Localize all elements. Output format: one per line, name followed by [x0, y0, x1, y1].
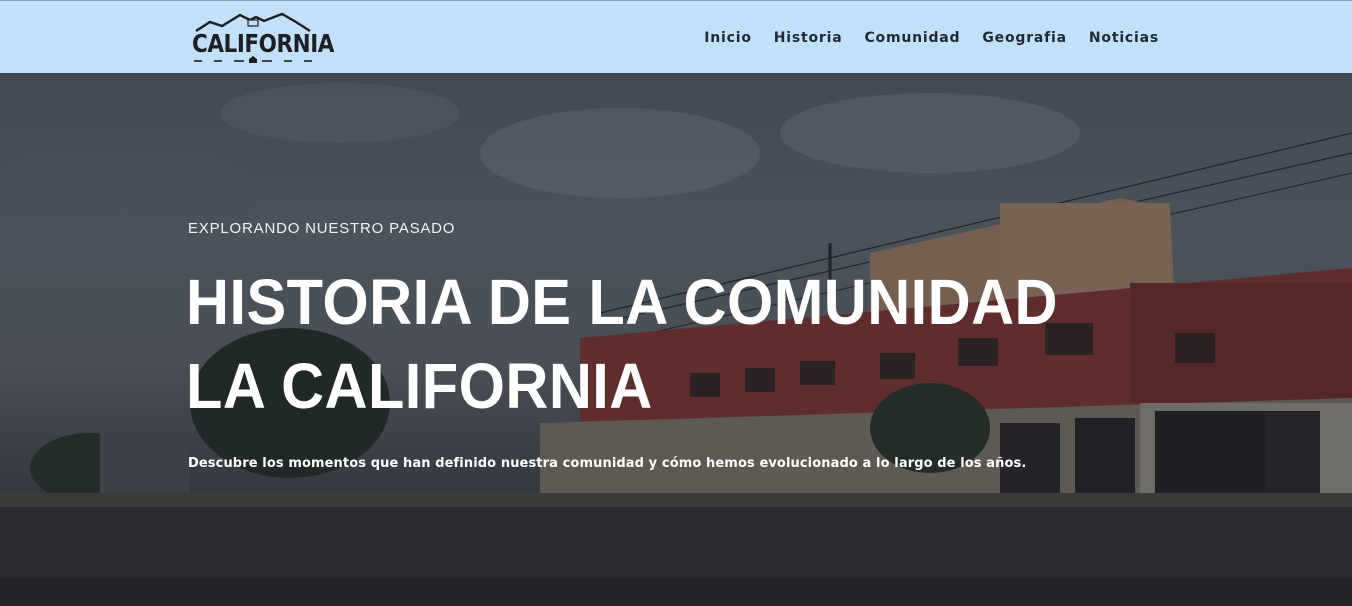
- hero-title-line-2: LA CALIFORNIA: [186, 350, 653, 422]
- california-logo[interactable]: CALIFORNIA: [192, 12, 334, 64]
- hero-eyebrow: EXPLORANDO NUESTRO PASADO: [188, 220, 456, 237]
- nav-noticias[interactable]: Noticias: [1089, 29, 1159, 47]
- nav-comunidad[interactable]: Comunidad: [864, 29, 960, 47]
- logo-wordmark: CALIFORNIA: [192, 29, 334, 58]
- logo-underline: [194, 56, 312, 63]
- hero-section: EXPLORANDO NUESTRO PASADO HISTORIA DE LA…: [0, 73, 1352, 606]
- hero-title-line-1: HISTORIA DE LA COMUNIDAD: [186, 266, 1058, 338]
- nav-historia[interactable]: Historia: [774, 29, 843, 47]
- top-navigation-bar: CALIFORNIA Inicio Historia Comunidad Geo…: [0, 0, 1352, 73]
- nav-geografia[interactable]: Geografia: [982, 29, 1067, 47]
- hero-subtitle: Descubre los momentos que han definido n…: [188, 456, 1027, 471]
- nav-inicio[interactable]: Inicio: [704, 29, 752, 47]
- main-menu: Inicio Historia Comunidad Geografia Noti…: [682, 29, 1159, 47]
- hero-title: HISTORIA DE LA COMUNIDAD LA CALIFORNIA: [186, 260, 1058, 428]
